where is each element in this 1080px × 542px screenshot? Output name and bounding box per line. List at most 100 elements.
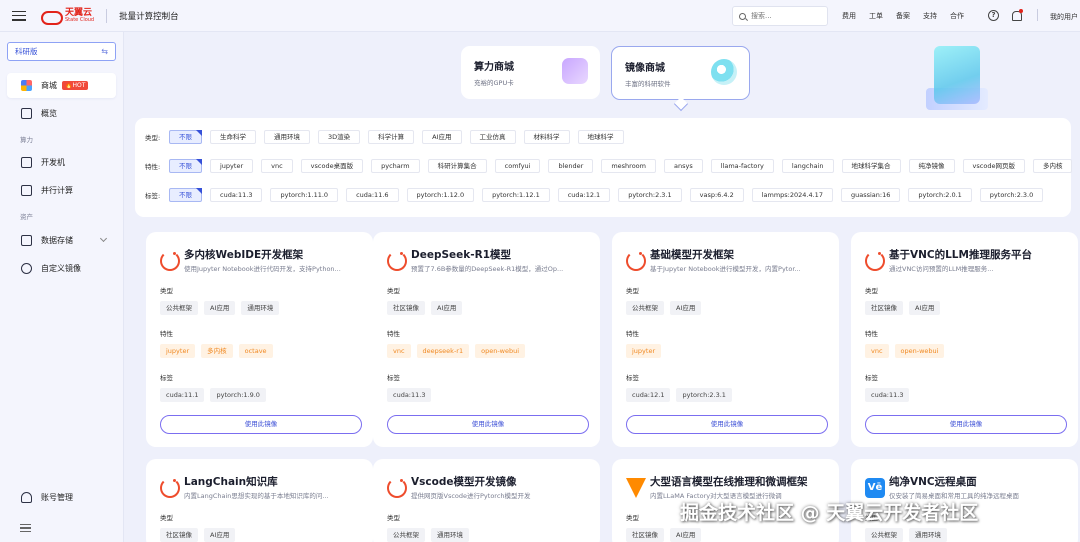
section-label: 特性 <box>626 330 639 338</box>
search-box[interactable] <box>732 6 828 26</box>
cloud-logo-icon <box>40 9 63 25</box>
image-card[interactable]: DeepSeek-R1模型 预置了7.6B参数量的DeepSeek-R1模型，通过… <box>373 232 600 447</box>
filter-chip[interactable]: jupyter <box>210 159 254 173</box>
filter-chip[interactable]: cuda:11.6 <box>346 188 399 202</box>
section-label: 类型 <box>626 514 639 522</box>
filter-chip[interactable]: AI应用 <box>422 130 462 144</box>
sidebar-item-label: 账号管理 <box>41 493 73 502</box>
filter-chip[interactable]: 不限 <box>169 188 202 202</box>
filter-chip[interactable]: 多内核 <box>1032 159 1073 173</box>
filter-chip[interactable]: pytorch:2.3.1 <box>618 188 682 202</box>
image-card[interactable]: LangChain知识库 内置LangChain思想实现的基于本地知识库的问...… <box>146 459 373 542</box>
pytorch-icon <box>160 478 180 498</box>
filter-chip[interactable]: vscode网页版 <box>962 159 1025 173</box>
filter-chip[interactable]: cuda:11.3 <box>210 188 263 202</box>
pytorch-icon <box>387 251 407 271</box>
section-label: 标签 <box>160 374 173 382</box>
section-compute: 算力 <box>20 136 33 144</box>
edition-select[interactable]: 科研版 ⇆ <box>7 42 116 61</box>
image-card[interactable]: 基础模型开发框架 基于Jupyter Notebook进行模型开发，内置Pytor… <box>612 232 839 447</box>
hot-badge: 🔥HOT <box>62 81 89 90</box>
banner-image-mall[interactable]: 镜像商城 丰富的科研软件 <box>611 46 750 100</box>
sidebar-item-label: 并行计算 <box>41 186 73 195</box>
user-menu[interactable]: 我的用户 <box>1050 12 1078 22</box>
filter-chip[interactable]: pytorch:1.12.1 <box>482 188 550 202</box>
link-filing[interactable]: 备案 <box>896 11 910 21</box>
filter-chip[interactable]: 纯净镜像 <box>908 159 955 173</box>
filter-chip[interactable]: blender <box>548 159 594 173</box>
sidebar-item-parallel[interactable]: 并行计算 <box>7 178 116 203</box>
sidebar-item-storage[interactable]: 数据存储 <box>7 228 116 253</box>
filter-chip[interactable]: pytorch:2.0.1 <box>908 188 972 202</box>
card-title: DeepSeek-R1模型 <box>411 249 512 261</box>
filter-chip[interactable]: 通用环境 <box>264 130 310 144</box>
decorative-cube-icon <box>920 36 1000 116</box>
collapse-sidebar-icon[interactable] <box>20 524 31 532</box>
help-icon[interactable]: ? <box>988 9 999 21</box>
card-description: 内置LangChain思想实现的基于本地知识库的问... <box>184 492 329 500</box>
filter-label: 标签: <box>145 192 161 200</box>
sidebar-item-custom-image[interactable]: 自定义镜像 <box>7 256 116 281</box>
filter-chip[interactable]: 材料科学 <box>523 130 570 144</box>
tag: octave <box>238 344 273 358</box>
types-row: 社区镜像 AI应用 <box>387 301 468 315</box>
use-image-button[interactable]: 使用此镜像 <box>865 415 1067 434</box>
tag: pytorch:2.3.1 <box>676 388 732 402</box>
tag: 社区镜像 <box>160 528 198 542</box>
filter-chip[interactable]: cuda:12.1 <box>557 188 611 202</box>
filter-chip[interactable]: meshroom <box>601 159 656 173</box>
filter-chip[interactable]: langchain <box>781 159 834 173</box>
image-card[interactable]: 基于VNC的LLM推理服务平台 通过VNC访问预置的LLM推理服务... 类型 社区镜… <box>851 232 1078 447</box>
logo[interactable]: 天翼云 State Cloud <box>40 8 94 25</box>
image-card[interactable]: Vscode模型开发镜像 提供网页版Vscode进行Pytorch模型开发 类型 公共… <box>373 459 600 542</box>
filter-chip[interactable]: pycharm <box>371 159 420 173</box>
filter-chip[interactable]: 生命科学 <box>210 130 256 144</box>
filter-chip[interactable]: 科研计算集合 <box>427 159 487 173</box>
filter-chip[interactable]: 地球科学 <box>577 130 624 144</box>
section-label: 类型 <box>160 514 173 522</box>
filter-chip[interactable]: 不限 <box>169 159 202 173</box>
filter-chip[interactable]: guassian:16 <box>840 188 901 202</box>
filter-chip[interactable]: 不限 <box>169 130 202 144</box>
menu-icon[interactable] <box>12 10 26 21</box>
bell-icon[interactable] <box>1011 8 1023 21</box>
link-partner[interactable]: 合作 <box>950 11 964 21</box>
filter-chip[interactable]: vnc <box>261 159 293 173</box>
filter-chip[interactable]: 工业仿真 <box>469 130 516 144</box>
section-label: 类型 <box>387 287 400 295</box>
tag: 公共框架 <box>865 528 903 542</box>
filter-chip[interactable]: llama-factory <box>710 159 774 173</box>
filter-chip[interactable]: pytorch:1.11.0 <box>270 188 339 202</box>
use-image-button[interactable]: 使用此镜像 <box>160 415 362 434</box>
types-row: 社区镜像 AI应用 <box>626 528 707 542</box>
filter-label: 类型: <box>145 134 161 142</box>
filter-chip[interactable]: comfyui <box>494 159 541 173</box>
sidebar-item-devbox[interactable]: 开发机 <box>7 150 116 175</box>
banner-gpu-mall[interactable]: 算力商城 充裕的GPU卡 <box>461 46 600 99</box>
filter-chip[interactable]: pytorch:1.12.0 <box>406 188 475 202</box>
types-row: 社区镜像 AI应用 <box>160 528 241 542</box>
filter-chip[interactable]: ansys <box>664 159 703 173</box>
tag: 公共框架 <box>160 301 198 315</box>
search-input[interactable] <box>751 12 821 20</box>
sidebar-item-overview[interactable]: 概览 <box>7 101 116 126</box>
filter-chip[interactable]: 3D渲染 <box>318 130 361 144</box>
use-image-button[interactable]: 使用此镜像 <box>626 415 828 434</box>
link-billing[interactable]: 费用 <box>842 11 856 21</box>
notification-dot <box>1019 8 1023 13</box>
sidebar-item-account[interactable]: 账号管理 <box>7 485 116 510</box>
card-description: 提供网页版Vscode进行Pytorch模型开发 <box>411 492 531 500</box>
filter-chip[interactable]: vasp:6.4.2 <box>689 188 744 202</box>
filter-chip[interactable]: 地球科学集合 <box>841 159 901 173</box>
link-support[interactable]: 支持 <box>923 11 937 21</box>
sidebar-item-mall[interactable]: 商城 🔥HOT <box>7 73 116 98</box>
tag: 通用环境 <box>431 528 469 542</box>
filter-chip[interactable]: lammps:2024.4.17 <box>751 188 833 202</box>
filter-chip[interactable]: vscode桌面版 <box>300 159 364 173</box>
image-card[interactable]: 多内核WebIDE开发框架 使用Jupyter Notebook进行代码开发，支持… <box>146 232 373 447</box>
types-row: 公共框架 AI应用 通用环境 <box>160 301 285 315</box>
filter-chip[interactable]: 科学计算 <box>368 130 415 144</box>
use-image-button[interactable]: 使用此镜像 <box>387 415 589 434</box>
link-tickets[interactable]: 工单 <box>869 11 883 21</box>
filter-chip[interactable]: pytorch:2.3.0 <box>979 188 1044 202</box>
